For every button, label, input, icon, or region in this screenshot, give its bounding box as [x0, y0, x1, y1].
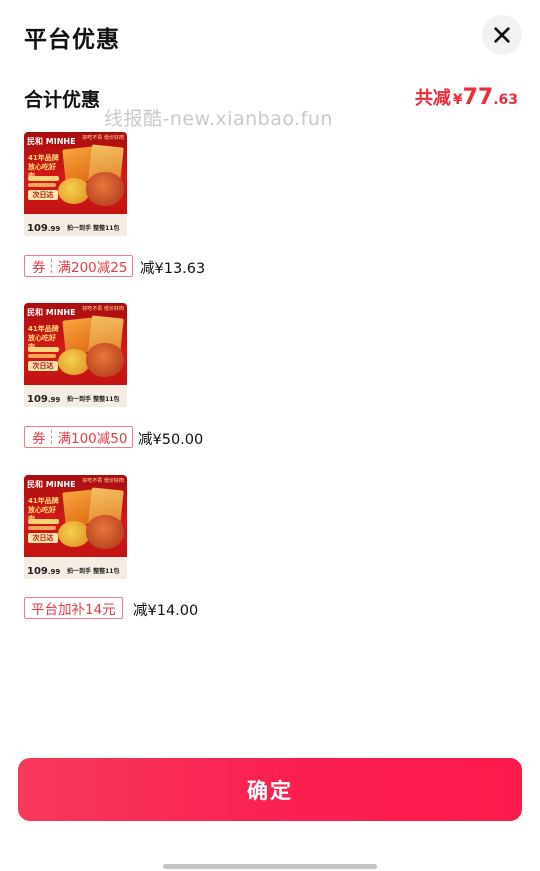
- thumb-next-day-badge: 次日达: [28, 190, 58, 200]
- thumb-corner-text: 好吃不贵 低价好肉: [82, 306, 124, 312]
- total-currency: ¥: [452, 92, 463, 108]
- watermark: 线报酷-new.xianbao.fun: [104, 108, 333, 130]
- food-image: [86, 343, 124, 377]
- item-saving: 减¥50.00: [138, 432, 204, 448]
- food-image: [86, 172, 124, 206]
- confirm-button-label: 确定: [247, 778, 293, 803]
- thumb-corner-text: 好吃不贵 低价好肉: [82, 478, 124, 484]
- close-button[interactable]: [482, 15, 522, 55]
- thumb-decoration: [28, 347, 59, 352]
- thumb-slogan: 拍一到手 整整11包: [67, 396, 120, 403]
- coupon-type: 券: [32, 260, 46, 276]
- thumb-decoration: [28, 526, 56, 530]
- total-integer: 77: [462, 85, 494, 110]
- sheet-title: 平台优惠: [24, 27, 120, 53]
- platform-subsidy-tag: 平台加补14元: [24, 597, 123, 619]
- coupon-type: 券: [32, 431, 46, 447]
- home-indicator: [163, 864, 377, 869]
- thumb-brand: 民和 MINHE: [27, 480, 76, 489]
- coupon-value: 满200减25: [57, 260, 128, 276]
- coupon-tag: 券 满200减25: [24, 255, 134, 277]
- thumb-price-int: 109: [27, 223, 48, 234]
- total-saving: 共减 ¥ 77 .63: [415, 84, 518, 110]
- thumb-decoration: [28, 183, 56, 187]
- thumb-price-int: 109: [27, 394, 48, 405]
- thumb-price: 109.99: [27, 566, 60, 577]
- thumb-next-day-badge: 次日达: [28, 361, 58, 371]
- thumb-price-dec: .99: [47, 225, 61, 233]
- thumb-decoration: [28, 176, 59, 181]
- thumb-decoration: [28, 354, 56, 358]
- thumb-brand: 民和 MINHE: [27, 308, 76, 317]
- thumb-price-int: 109: [27, 566, 48, 577]
- thumb-next-day-badge: 次日达: [28, 533, 58, 543]
- thumb-slogan: 拍一到手 整整11包: [67, 225, 120, 232]
- product-thumbnail[interactable]: 民和 MINHE 好吃不贵 低价好肉 41年品牌 放心吃好肉 次日达 109.9…: [24, 475, 127, 579]
- item-saving: 减¥14.00: [133, 603, 199, 619]
- product-thumbnail[interactable]: 民和 MINHE 好吃不贵 低价好肉 41年品牌 放心吃好肉 次日达 109.9…: [24, 303, 127, 407]
- summary-label: 合计优惠: [24, 89, 101, 111]
- subsidy-value: 平台加补14元: [31, 602, 116, 618]
- thumb-slogan: 拍一到手 整整11包: [67, 568, 120, 575]
- coupon-value: 满100减50: [57, 431, 128, 447]
- coupon-tag: 券 满100减50: [24, 426, 134, 448]
- total-prefix: 共减: [414, 88, 451, 109]
- product-thumbnail[interactable]: 民和 MINHE 好吃不贵 低价好肉 41年品牌 放心吃好肉 次日达 109.9…: [24, 132, 127, 236]
- total-decimal: .63: [493, 92, 518, 108]
- thumb-decoration: [28, 519, 59, 524]
- discount-sheet: 平台优惠 合计优惠 共减 ¥ 77 .63 线报酷-new.xianbao.fu…: [0, 0, 540, 871]
- item-saving: 减¥13.63: [140, 261, 206, 277]
- food-image: [86, 515, 124, 549]
- thumb-brand: 民和 MINHE: [27, 137, 76, 146]
- close-icon: [494, 27, 510, 43]
- thumb-corner-text: 好吃不贵 低价好肉: [82, 135, 124, 141]
- thumb-price: 109.99: [27, 223, 60, 234]
- thumb-price-dec: .99: [47, 396, 61, 404]
- thumb-price: 109.99: [27, 394, 60, 405]
- thumb-price-dec: .99: [47, 568, 61, 576]
- confirm-button[interactable]: 确定: [18, 758, 522, 821]
